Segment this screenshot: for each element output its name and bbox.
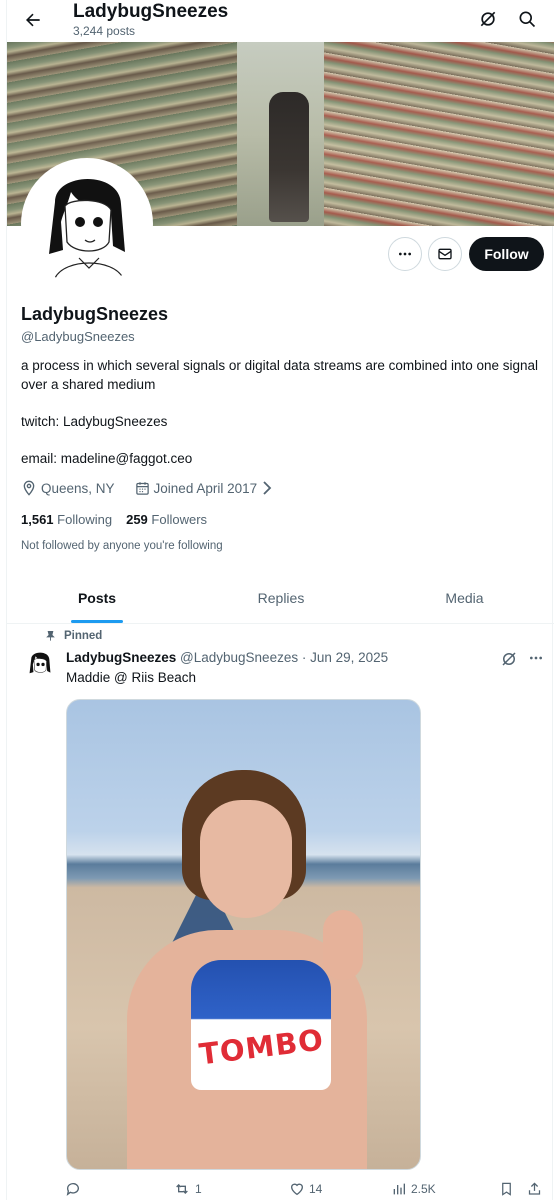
more-icon	[530, 656, 542, 660]
calendar-icon	[135, 481, 149, 495]
post-author-name[interactable]: LadybugSneezes	[66, 650, 176, 665]
post-grok-button[interactable]	[500, 650, 520, 670]
grok-icon	[502, 652, 516, 666]
envelope-icon	[438, 248, 452, 260]
grok-icon	[480, 11, 496, 27]
profile-joined[interactable]: Joined April 2017	[154, 481, 258, 496]
back-button[interactable]	[19, 6, 47, 34]
pinned-label: Pinned	[45, 630, 102, 642]
not-followed-notice: Not followed by anyone you're following	[21, 540, 223, 552]
repost-icon	[176, 1184, 188, 1194]
more-options-button[interactable]	[388, 237, 422, 271]
location-icon	[23, 480, 35, 496]
arrow-left-icon	[26, 13, 40, 27]
like-button[interactable]: 14	[289, 1181, 322, 1197]
followers-link[interactable]: 259 Followers	[126, 512, 207, 527]
bar-chart-icon	[393, 1183, 405, 1195]
post-avatar[interactable]	[23, 648, 57, 682]
profile-avatar[interactable]	[21, 158, 153, 290]
tab-posts[interactable]: Posts	[7, 572, 187, 624]
share-icon	[528, 1182, 541, 1195]
profile-location: Queens, NY	[41, 480, 115, 496]
search-button[interactable]	[514, 6, 540, 32]
profile-meta: Queens, NY Joined April 2017	[21, 480, 273, 496]
post-header: LadybugSneezes @LadybugSneezes · Jun 29,…	[66, 650, 388, 665]
post-date[interactable]: · Jun 29, 2025	[302, 650, 388, 665]
post-text: Maddie @ Riis Beach	[66, 670, 197, 685]
following-link[interactable]: 1,561 Following	[21, 512, 112, 527]
header-title: LadybugSneezes	[73, 1, 229, 22]
message-button[interactable]	[428, 237, 462, 271]
repost-button[interactable]: 1	[173, 1181, 202, 1197]
profile-tabs: Posts Replies Media	[7, 572, 554, 624]
profile-handle: @LadybugSneezes	[21, 329, 135, 344]
follow-button[interactable]: Follow	[469, 237, 544, 271]
tab-media[interactable]: Media	[375, 572, 554, 624]
post-image[interactable]: TOMBO	[66, 699, 421, 1170]
profile-bio: a process in which several signals or di…	[21, 358, 539, 466]
post-actions: 1 14 2.5K	[7, 1177, 554, 1200]
profile-page: LadybugSneezes 3,244 posts Follow Ladybu…	[6, 0, 554, 1200]
post-count: 3,244 posts	[73, 24, 136, 38]
top-bar: LadybugSneezes 3,244 posts	[7, 0, 554, 42]
bookmark-icon	[502, 1182, 511, 1196]
reply-button[interactable]	[65, 1181, 85, 1197]
post-author-handle[interactable]: @LadybugSneezes	[180, 650, 298, 665]
bookmark-button[interactable]	[499, 1181, 514, 1197]
grok-button[interactable]	[475, 6, 501, 32]
share-button[interactable]	[527, 1181, 542, 1197]
chevron-right-icon[interactable]	[261, 481, 273, 495]
post-more-button[interactable]	[525, 648, 547, 668]
follow-stats: 1,561 Following 259 Followers	[21, 512, 207, 527]
more-icon	[399, 252, 411, 256]
heart-icon	[290, 1183, 304, 1196]
views-button[interactable]: 2.5K	[391, 1181, 436, 1197]
pin-icon	[46, 630, 55, 641]
profile-display-name: LadybugSneezes	[21, 304, 169, 324]
reply-icon	[66, 1183, 79, 1196]
active-tab-indicator	[71, 620, 123, 623]
search-icon	[519, 11, 536, 28]
tab-replies[interactable]: Replies	[187, 572, 375, 624]
